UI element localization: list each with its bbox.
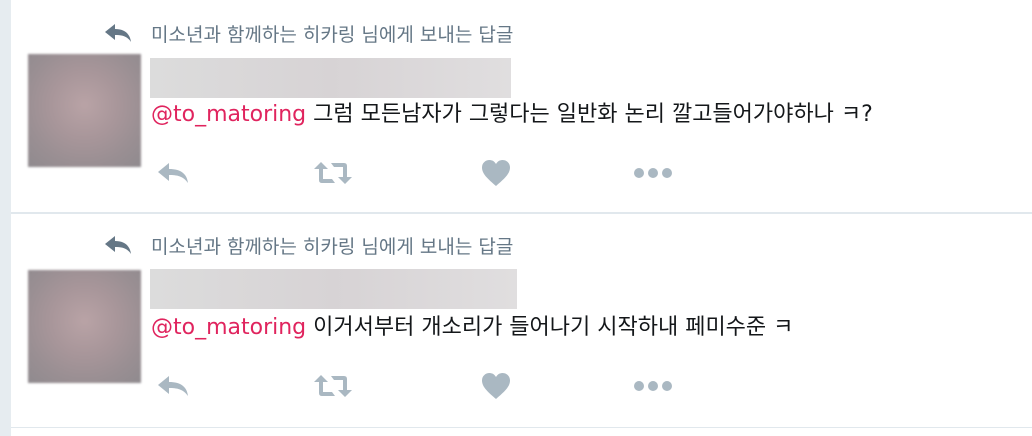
reply-context-label: 미소년과 함께하는 히카링 님에게 보내는 답글 bbox=[151, 23, 514, 46]
reply-button[interactable] bbox=[151, 156, 195, 190]
author-name-redacted bbox=[150, 269, 517, 309]
avatar[interactable] bbox=[28, 54, 141, 167]
reply-button[interactable] bbox=[151, 369, 195, 403]
retweet-icon bbox=[314, 375, 352, 397]
retweet-icon bbox=[314, 162, 352, 184]
avatar[interactable] bbox=[28, 270, 141, 383]
more-button[interactable] bbox=[631, 156, 675, 190]
more-dots-icon bbox=[634, 168, 672, 178]
tweet[interactable]: 미소년과 함께하는 히카링 님에게 보내는 답글 @to_matoring 그럼… bbox=[11, 0, 1032, 213]
like-button[interactable] bbox=[474, 369, 518, 403]
like-button[interactable] bbox=[474, 156, 518, 190]
reply-arrow-icon bbox=[105, 24, 131, 42]
author-name-redacted bbox=[150, 58, 511, 98]
heart-icon bbox=[482, 160, 510, 186]
retweet-button[interactable] bbox=[311, 156, 355, 190]
tweet-text: @to_matoring 그럼 모든남자가 그렇다는 일반화 논리 깔고들어가야… bbox=[151, 100, 873, 130]
reply-context-label: 미소년과 함께하는 히카링 님에게 보내는 답글 bbox=[151, 235, 514, 258]
reply-icon bbox=[158, 376, 188, 396]
tweet-body: 이거서부터 개소리가 들어나기 시작하내 페미수준 ㅋ bbox=[306, 315, 794, 340]
reply-icon bbox=[158, 163, 188, 183]
mention-link[interactable]: @to_matoring bbox=[151, 315, 306, 340]
tweet[interactable]: 미소년과 함께하는 히카링 님에게 보내는 답글 @to_matoring 이거… bbox=[11, 213, 1032, 428]
retweet-button[interactable] bbox=[311, 369, 355, 403]
reply-context[interactable]: 미소년과 함께하는 히카링 님에게 보내는 답글 bbox=[103, 18, 513, 48]
reply-context[interactable]: 미소년과 함께하는 히카링 님에게 보내는 답글 bbox=[103, 230, 513, 260]
heart-icon bbox=[482, 373, 510, 399]
more-dots-icon bbox=[634, 381, 672, 391]
reply-arrow-icon bbox=[105, 236, 131, 254]
mention-link[interactable]: @to_matoring bbox=[151, 102, 306, 127]
tweet-body: 그럼 모든남자가 그렇다는 일반화 논리 깔고들어가야하나 ㅋ? bbox=[306, 102, 873, 127]
more-button[interactable] bbox=[631, 369, 675, 403]
tweet-text: @to_matoring 이거서부터 개소리가 들어나기 시작하내 페미수준 ㅋ bbox=[151, 313, 793, 343]
